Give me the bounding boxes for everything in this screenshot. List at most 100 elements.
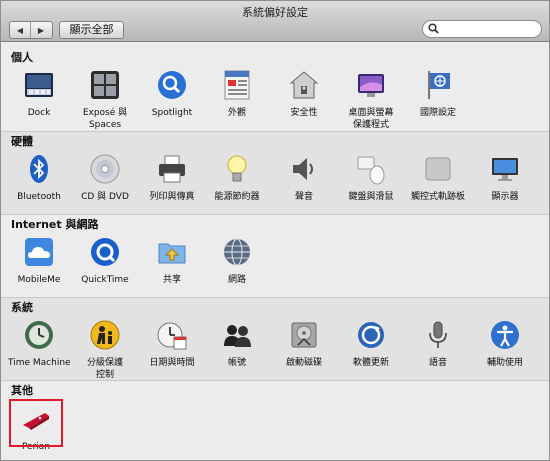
- quicktime-icon: [91, 238, 119, 266]
- pref-appearance[interactable]: 外觀: [206, 69, 268, 119]
- expose-spaces-icon: [91, 71, 119, 99]
- mobileme-icon: [25, 238, 53, 266]
- pref-sound[interactable]: 聲音: [273, 153, 335, 203]
- pref-international-label: 國際設定: [419, 108, 456, 118]
- energy-saver-icon: [227, 155, 247, 182]
- pref-desktop-screensaver-label: 桌面與螢幕 保護程式: [348, 108, 394, 130]
- pref-spotlight[interactable]: Spotlight: [141, 69, 203, 119]
- pref-energy-saver-label: 能源節約器: [214, 192, 260, 202]
- pref-time-machine[interactable]: Time Machine: [8, 319, 71, 369]
- pref-spotlight-label: Spotlight: [151, 108, 193, 118]
- pref-security-label: 安全性: [290, 108, 318, 118]
- pref-quicktime[interactable]: QuickTime: [74, 236, 136, 286]
- universal-access-icon: [491, 321, 519, 349]
- forward-arrow-icon: ▶: [37, 25, 45, 35]
- pref-universal-access[interactable]: 輔助使用: [474, 319, 536, 369]
- back-button[interactable]: ◀: [10, 22, 31, 38]
- security-icon: [289, 71, 319, 99]
- section-title-hardware: 硬體: [11, 135, 33, 148]
- software-update-icon: [358, 322, 384, 348]
- pref-cd-dvd-label: CD 與 DVD: [81, 192, 129, 202]
- pref-time-machine-label: Time Machine: [8, 358, 71, 368]
- pref-parental-controls-label: 分級保護 控制: [86, 358, 123, 380]
- international-icon: [428, 71, 450, 99]
- pref-parental-controls[interactable]: 分級保護 控制: [74, 319, 136, 381]
- bluetooth-icon: [30, 155, 48, 183]
- section-other: 其他: [1, 380, 549, 460]
- speech-icon: [429, 321, 447, 348]
- pref-mobileme[interactable]: MobileMe: [8, 236, 70, 286]
- pref-startup-disk-label: 啟動磁碟: [285, 358, 322, 368]
- pref-cd-dvd[interactable]: CD 與 DVD: [74, 153, 136, 203]
- keyboard-mouse-icon: [357, 156, 385, 185]
- startup-disk-icon: [291, 322, 317, 348]
- pref-trackpad-label: 觸控式軌跡板: [410, 192, 465, 202]
- pref-dock-label: Dock: [27, 108, 51, 118]
- section-title-system: 系統: [11, 301, 33, 314]
- section-title-other: 其他: [11, 384, 33, 397]
- pref-sharing[interactable]: 共享: [141, 236, 203, 286]
- pref-expose-spaces[interactable]: Exposé 與 Spaces: [74, 69, 136, 131]
- print-fax-icon: [159, 155, 185, 183]
- pref-bluetooth[interactable]: Bluetooth: [8, 153, 70, 203]
- section-title-internet: Internet 與網路: [11, 218, 99, 231]
- perian-highlight-box: [9, 399, 63, 447]
- pref-dock[interactable]: Dock: [8, 69, 70, 119]
- navigation-buttons: ◀ ▶: [9, 21, 53, 39]
- forward-button[interactable]: ▶: [31, 22, 51, 38]
- pref-desktop-screensaver[interactable]: 桌面與螢幕 保護程式: [340, 69, 402, 131]
- pref-speech-label: 語音: [428, 358, 447, 368]
- dock-icon: [25, 73, 53, 97]
- pref-print-fax-label: 列印與傳真: [149, 192, 195, 202]
- trackpad-icon: [425, 157, 451, 181]
- pref-displays-label: 顯示器: [491, 192, 519, 202]
- show-all-button[interactable]: 顯示全部: [59, 21, 124, 39]
- pref-sound-label: 聲音: [294, 192, 313, 202]
- pref-date-time-label: 日期與時間: [149, 358, 195, 368]
- pref-security[interactable]: 安全性: [273, 69, 335, 119]
- pref-sharing-label: 共享: [162, 275, 181, 285]
- spotlight-icon: [158, 71, 186, 99]
- date-time-icon: [157, 322, 187, 350]
- pref-expose-spaces-label: Exposé 與 Spaces: [82, 108, 128, 130]
- pref-date-time[interactable]: 日期與時間: [141, 319, 203, 369]
- sharing-icon: [158, 243, 186, 264]
- pref-trackpad[interactable]: 觸控式軌跡板: [407, 153, 469, 203]
- accounts-icon: [224, 325, 251, 347]
- pref-keyboard-mouse[interactable]: 鍵盤與滑鼠: [340, 153, 402, 203]
- pref-accounts[interactable]: 帳號: [206, 319, 268, 369]
- pref-startup-disk[interactable]: 啟動磁碟: [273, 319, 335, 369]
- pref-speech[interactable]: 語音: [407, 319, 469, 369]
- pref-bluetooth-label: Bluetooth: [17, 192, 61, 202]
- window-title: 系統偏好設定: [242, 6, 308, 19]
- pref-displays[interactable]: 顯示器: [474, 153, 536, 203]
- network-icon: [224, 238, 250, 266]
- pref-network[interactable]: 網路: [206, 236, 268, 286]
- pref-keyboard-mouse-label: 鍵盤與滑鼠: [348, 192, 394, 202]
- search-icon: [428, 23, 439, 34]
- pref-energy-saver[interactable]: 能源節約器: [206, 153, 268, 203]
- time-machine-icon: [25, 321, 53, 349]
- displays-icon: [492, 158, 518, 181]
- pref-appearance-label: 外觀: [227, 108, 246, 118]
- parental-controls-icon: [90, 320, 120, 350]
- system-preferences-window: 系統偏好設定 ◀ ▶ 顯示全部 個人 硬體 Internet 與網路 系統 其他…: [0, 0, 550, 461]
- pref-international[interactable]: 國際設定: [407, 69, 469, 119]
- pref-mobileme-label: MobileMe: [17, 275, 61, 285]
- pref-print-fax[interactable]: 列印與傳真: [141, 153, 203, 203]
- toolbar: 系統偏好設定 ◀ ▶ 顯示全部: [1, 1, 549, 42]
- search-input[interactable]: [441, 22, 539, 38]
- cd-dvd-icon: [90, 154, 120, 184]
- pref-accounts-label: 帳號: [227, 358, 246, 368]
- appearance-icon: [224, 70, 250, 100]
- pref-quicktime-label: QuickTime: [81, 275, 129, 285]
- pref-software-update-label: 軟體更新: [352, 358, 389, 368]
- sound-icon: [293, 158, 313, 180]
- back-arrow-icon: ◀: [16, 25, 24, 35]
- pref-universal-access-label: 輔助使用: [486, 358, 523, 368]
- pref-software-update[interactable]: 軟體更新: [340, 319, 402, 369]
- desktop-screensaver-icon: [358, 74, 384, 97]
- search-field[interactable]: [422, 20, 542, 38]
- pref-network-label: 網路: [227, 275, 246, 285]
- section-title-personal: 個人: [11, 51, 33, 64]
